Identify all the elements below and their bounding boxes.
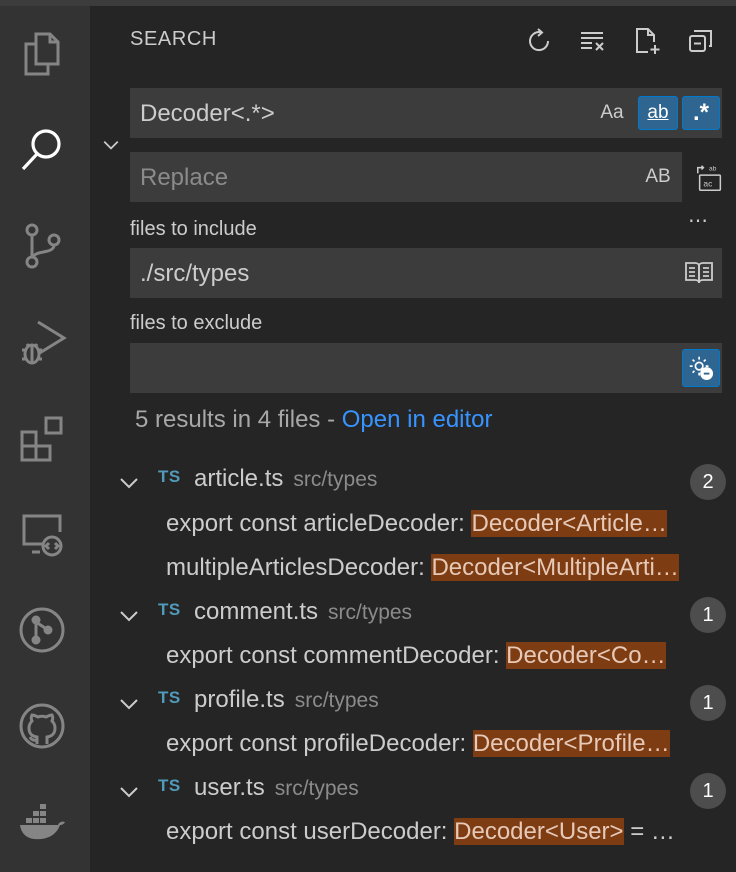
match-text: multipleArticlesDecoder: Decoder<Multipl… [166,554,679,581]
result-file-name: profile.ts src/types [194,686,379,713]
typescript-file-icon: TS [158,600,181,619]
match-highlight: Decoder<MultipleArti… [431,554,679,581]
typescript-file-icon: TS [158,467,181,486]
result-file-name: article.ts src/types [194,465,378,492]
chevron-down-icon[interactable] [118,472,140,494]
svg-text:ac: ac [703,178,713,188]
typescript-file-icon: TS [158,688,181,707]
toggle-replace-chevron-icon[interactable] [98,132,124,158]
replace-input[interactable]: Replace AB [130,152,682,202]
match-highlight: Decoder<Co… [506,642,666,669]
chevron-down-icon[interactable] [118,781,140,803]
files-to-exclude-label: files to exclude [130,312,263,334]
extensions-icon[interactable] [14,410,70,466]
regex-toggle[interactable]: .* [682,96,720,130]
replace-all-icon[interactable]: ab ac [694,162,728,196]
source-control-icon[interactable] [14,218,70,274]
result-file-row[interactable]: TS article.ts src/types 2 [90,460,736,504]
match-text: export const commentDecoder: Decoder<Co… [166,642,666,669]
match-text: export const profileDecoder: Decoder<Pro… [166,730,670,757]
result-file-name: comment.ts src/types [194,598,413,625]
chevron-down-icon[interactable] [118,605,140,627]
chevron-down-icon[interactable] [118,693,140,715]
collapse-all-icon[interactable] [684,24,718,58]
match-trailing-text: = … [623,818,675,845]
remote-explorer-icon[interactable] [14,506,70,562]
typescript-file-icon: TS [158,776,181,795]
open-in-editor-link[interactable]: Open in editor [342,406,493,433]
search-only-open-editors-icon[interactable] [684,260,714,291]
match-case-toggle[interactable]: Aa [594,96,630,130]
match-highlight: Decoder<User> [454,818,624,845]
svg-text:ab: ab [709,165,717,172]
clear-results-icon[interactable] [576,24,610,58]
refresh-icon[interactable] [522,24,556,58]
search-input-value[interactable]: Decoder<.*> [140,100,275,128]
explorer-icon[interactable] [14,26,70,82]
result-file-name: user.ts src/types [194,774,359,801]
result-file-path: src/types [328,601,413,624]
result-file-row[interactable]: TS profile.ts src/types 1 [90,681,736,725]
match-count-badge: 1 [690,773,726,809]
preserve-case-toggle[interactable]: AB [638,160,678,194]
run-debug-icon[interactable] [14,314,70,370]
docker-icon[interactable] [14,794,70,850]
git-graph-icon[interactable] [14,602,70,658]
activity-bar [0,6,90,872]
result-match-row[interactable]: export const userDecoder: Decoder<User> … [90,813,736,857]
match-text: export const articleDecoder: Decoder<Art… [166,510,667,537]
match-highlight: Decoder<Article… [471,510,667,537]
files-to-exclude-input[interactable] [130,343,722,393]
match-whole-word-toggle[interactable]: ab [638,96,678,130]
result-file-row[interactable]: TS user.ts src/types 1 [90,769,736,813]
match-count-badge: 1 [690,685,726,721]
result-file-row[interactable]: TS comment.ts src/types 1 [90,593,736,637]
result-file-path: src/types [294,689,379,712]
github-icon[interactable] [14,698,70,754]
result-file-path: src/types [274,777,359,800]
result-file-path: src/types [293,468,378,491]
search-panel: SEARCH Decoder<.*> Aa ab .* Replace AB a… [90,6,736,872]
result-match-row[interactable]: export const commentDecoder: Decoder<Co… [90,637,736,681]
use-exclude-settings-icon[interactable] [682,349,720,387]
results-summary: 5 results in 4 files - Open in editor [135,406,493,434]
result-match-row[interactable]: multipleArticlesDecoder: Decoder<Multipl… [90,549,736,593]
search-icon[interactable] [14,122,70,178]
files-to-include-input[interactable]: ./src/types [130,248,722,298]
files-to-include-value[interactable]: ./src/types [140,260,249,288]
match-count-badge: 2 [690,464,726,500]
results-count-text: 5 results in 4 files - [135,406,342,433]
search-input[interactable]: Decoder<.*> Aa ab .* [130,88,722,138]
replace-placeholder[interactable]: Replace [140,164,228,192]
match-count-badge: 1 [690,597,726,633]
match-text: export const userDecoder: Decoder<User> … [166,818,675,845]
match-highlight: Decoder<Profile… [472,730,670,757]
panel-title: SEARCH [130,28,217,50]
result-match-row[interactable]: export const articleDecoder: Decoder<Art… [90,505,736,549]
files-to-include-label: files to include [130,218,257,240]
toggle-search-details-icon[interactable]: ⋯ [688,208,710,233]
panel-actions [522,24,718,58]
new-search-editor-icon[interactable] [630,24,664,58]
result-match-row[interactable]: export const profileDecoder: Decoder<Pro… [90,725,736,769]
